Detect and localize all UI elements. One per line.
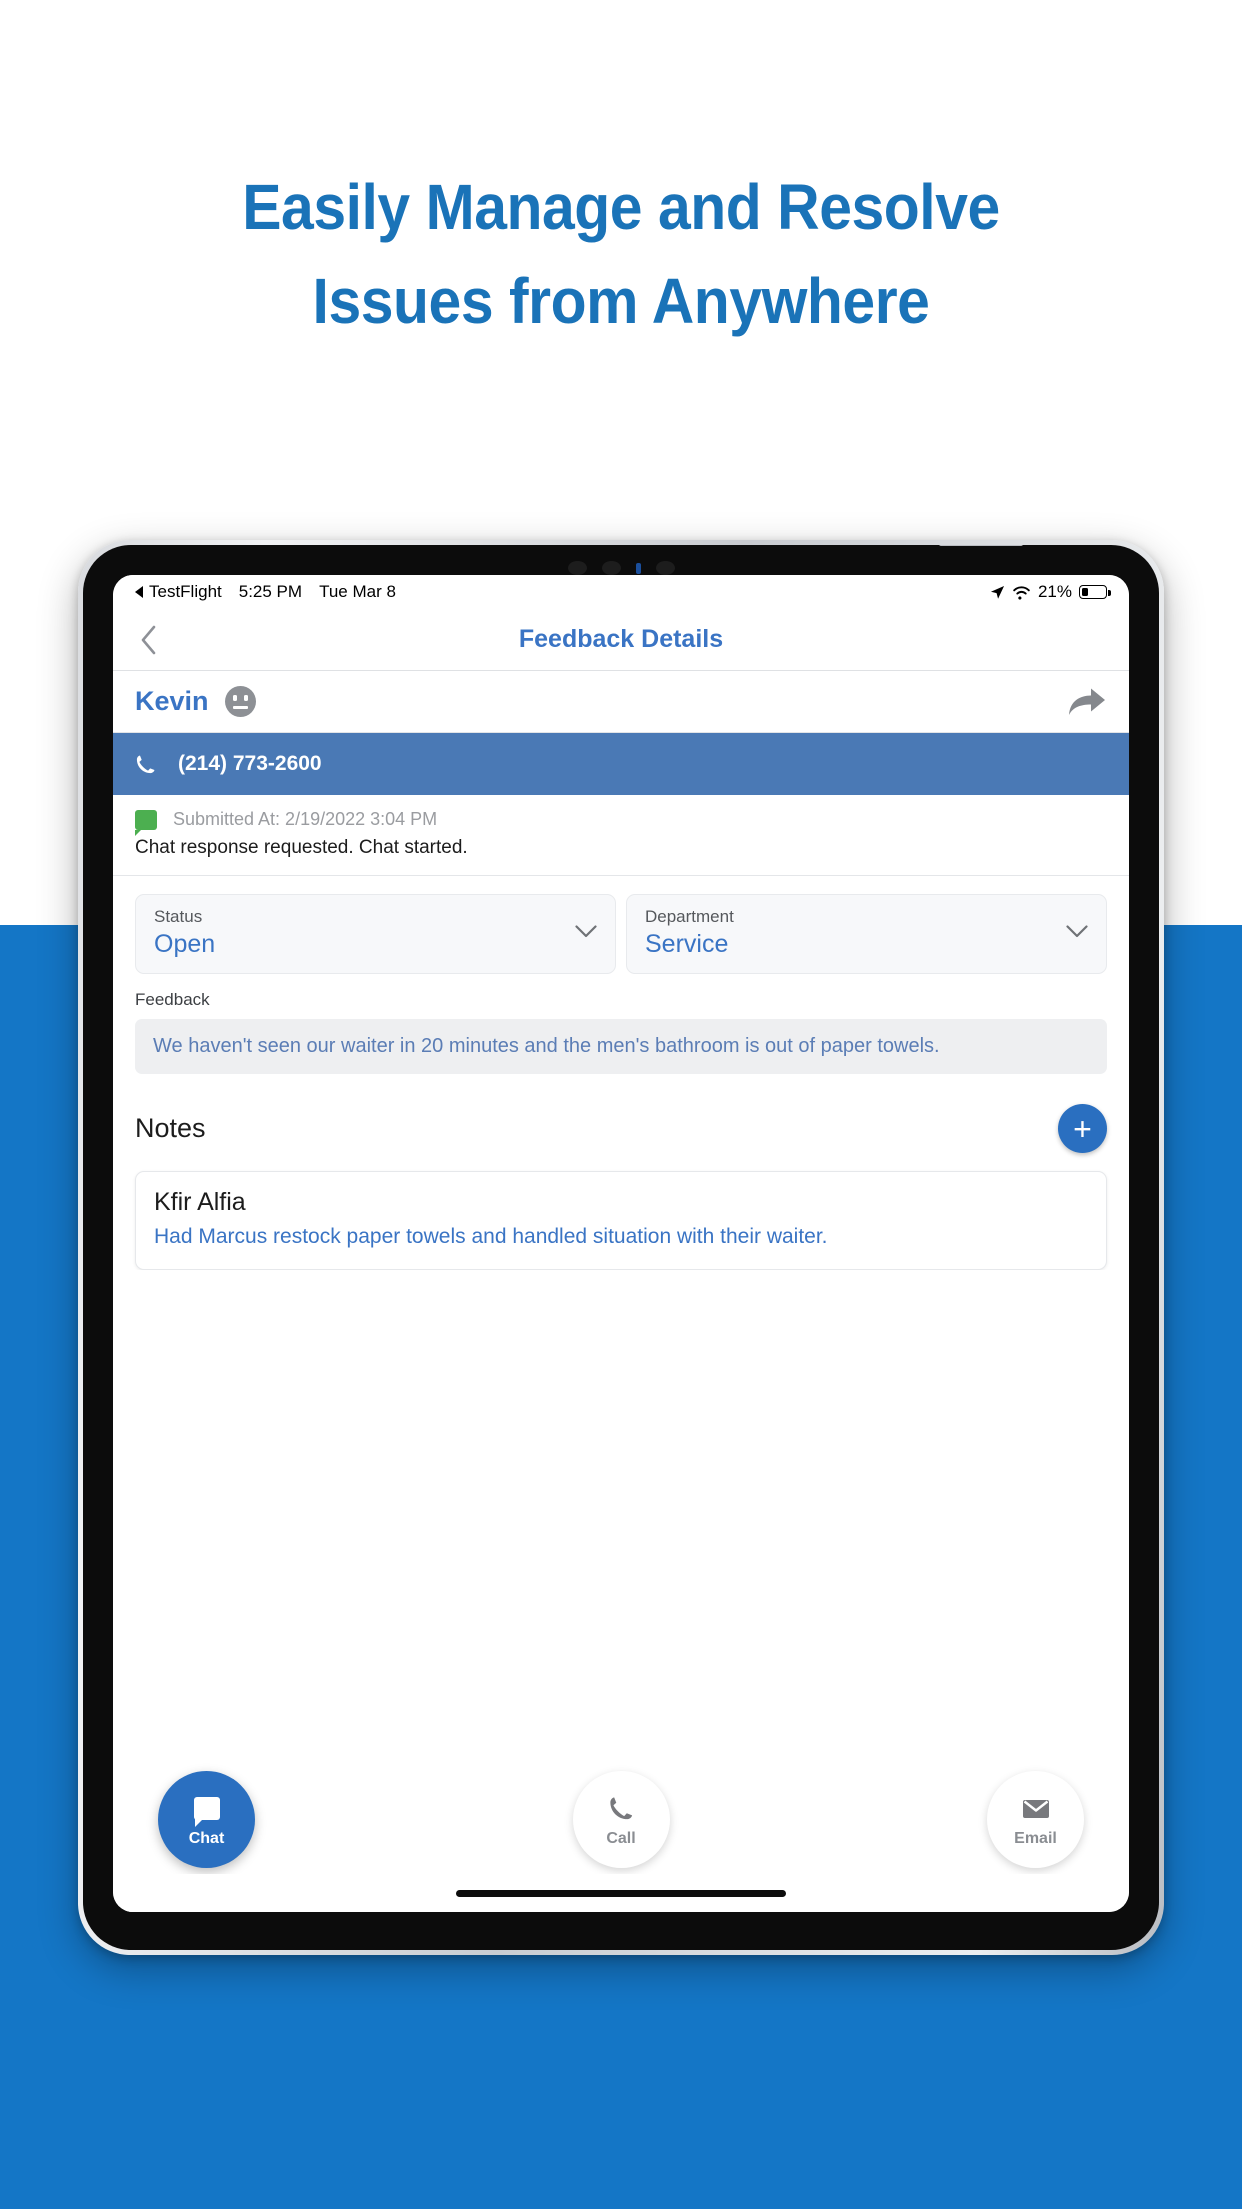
- submission-meta-row: Submitted At: 2/19/2022 3:04 PM: [135, 809, 1107, 836]
- notes-header: Notes +: [113, 1074, 1129, 1171]
- battery-icon: [1079, 585, 1111, 599]
- indicator-led-icon: [635, 562, 641, 574]
- submitted-at-label: Submitted At: 2/19/2022 3:04 PM: [173, 809, 438, 829]
- share-arrow-icon: [1069, 688, 1105, 715]
- headline-line-1: Easily Manage and Resolve: [242, 171, 1000, 243]
- department-select-label: Department: [645, 907, 734, 926]
- battery-fill: [1081, 588, 1088, 596]
- status-select-value: Open: [154, 930, 216, 958]
- front-camera-icon: [655, 561, 675, 575]
- notes-list: Kfir Alfia Had Marcus restock paper towe…: [113, 1171, 1129, 1271]
- note-card[interactable]: Kfir Alfia Had Marcus restock paper towe…: [135, 1171, 1107, 1271]
- phone-action-bar[interactable]: (214) 773-2600: [113, 733, 1129, 795]
- phone-icon: [608, 1792, 634, 1826]
- emoji-eye-left: [232, 695, 237, 701]
- wifi-icon: [1013, 585, 1030, 600]
- neutral-face-icon: [224, 686, 256, 717]
- note-body: Had Marcus restock paper towels and hand…: [154, 1225, 828, 1248]
- call-action-button[interactable]: Call: [572, 1771, 670, 1868]
- chat-action-button[interactable]: Chat: [158, 1771, 255, 1868]
- department-select[interactable]: Department Service: [626, 894, 1107, 974]
- chat-bubble-icon: [135, 809, 157, 836]
- status-select-label: Status: [154, 907, 203, 926]
- status-bar-back-app[interactable]: TestFlight: [149, 582, 222, 602]
- add-note-button[interactable]: +: [1058, 1104, 1107, 1153]
- notes-title: Notes: [135, 1113, 206, 1143]
- screenshot-canvas: Easily Manage and Resolve Issues from An…: [0, 0, 1242, 2209]
- home-indicator[interactable]: [456, 1889, 786, 1897]
- chevron-down-icon: [575, 925, 597, 943]
- feedback-text: We haven't seen our waiter in 20 minutes…: [135, 1019, 1107, 1074]
- camera-icon: [567, 561, 587, 575]
- app-nav-bar: Feedback Details: [113, 609, 1129, 671]
- status-bar-time: 5:25 PM: [238, 582, 303, 601]
- emoji-eye-right: [243, 695, 248, 701]
- device-screen: TestFlight 5:25 PM Tue Mar 8 21% Feedbac…: [113, 575, 1129, 1912]
- location-arrow-icon: [990, 585, 1005, 599]
- emoji-mouth: [232, 706, 248, 709]
- chat-bubble-icon: [193, 1792, 220, 1827]
- share-button[interactable]: [1067, 686, 1107, 718]
- device-side-button: [939, 545, 1023, 546]
- back-button[interactable]: [113, 625, 183, 655]
- field-select-row: Status Open Department Service: [113, 876, 1129, 974]
- contact-header-row: Kevin: [113, 671, 1129, 733]
- status-bar-date: Tue Mar 8: [319, 582, 396, 601]
- chevron-down-icon: [1066, 925, 1088, 943]
- envelope-icon: [1022, 1792, 1050, 1826]
- contact-name[interactable]: Kevin: [135, 686, 209, 717]
- page-title: Feedback Details: [518, 625, 724, 653]
- email-action-label: Email: [1014, 1829, 1057, 1847]
- ios-status-bar: TestFlight 5:25 PM Tue Mar 8 21%: [113, 575, 1129, 609]
- chat-bubble-glyph: [193, 1797, 220, 1827]
- battery-percent-label: 21%: [1037, 582, 1072, 601]
- submission-body: Chat response requested. Chat started.: [135, 837, 468, 858]
- home-indicator-area: [113, 1874, 1129, 1912]
- status-select[interactable]: Status Open: [135, 894, 616, 974]
- phone-icon: [136, 755, 155, 773]
- tablet-device-mockup: TestFlight 5:25 PM Tue Mar 8 21% Feedbac…: [78, 540, 1164, 1955]
- chat-action-label: Chat: [188, 1829, 225, 1847]
- chevron-left-icon: [141, 625, 155, 654]
- note-author: Kfir Alfia: [154, 1188, 246, 1216]
- status-bar-right: 21%: [990, 582, 1111, 602]
- email-action-button[interactable]: Email: [987, 1771, 1084, 1868]
- action-button-row: Chat Call Email: [113, 1771, 1129, 1874]
- call-action-label: Call: [606, 1829, 636, 1847]
- content-spacer: [113, 1270, 1129, 1771]
- device-sensor-cluster: [83, 557, 1159, 579]
- status-bar-left: TestFlight 5:25 PM Tue Mar 8: [135, 582, 396, 602]
- marketing-headline: Easily Manage and Resolve Issues from An…: [50, 160, 1193, 348]
- headline-line-2: Issues from Anywhere: [312, 265, 930, 338]
- sensor-icon: [601, 561, 621, 575]
- device-bezel: TestFlight 5:25 PM Tue Mar 8 21% Feedbac…: [83, 545, 1159, 1950]
- department-select-value: Service: [645, 930, 729, 958]
- feedback-section: Feedback We haven't seen our waiter in 2…: [113, 974, 1129, 1074]
- submission-block: Submitted At: 2/19/2022 3:04 PM Chat res…: [113, 795, 1129, 876]
- feedback-label: Feedback: [135, 990, 210, 1009]
- back-triangle-icon[interactable]: [135, 586, 143, 598]
- phone-number: (214) 773-2600: [178, 752, 322, 775]
